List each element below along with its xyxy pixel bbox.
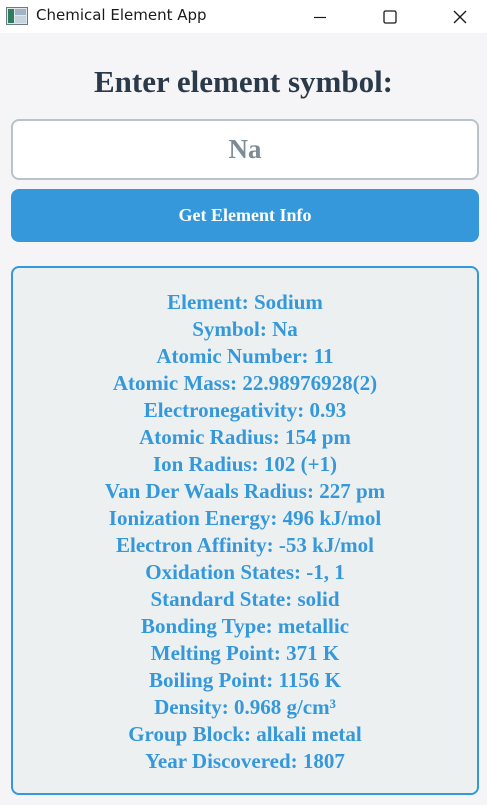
info-line-atomic-radius: Atomic Radius: 154 pm [139, 425, 351, 449]
maximize-icon [383, 9, 397, 24]
minimize-icon [314, 11, 326, 23]
info-line-atomic-number: Atomic Number: 11 [156, 344, 334, 368]
close-button[interactable] [437, 0, 483, 33]
info-line-electron-affinity: Electron Affinity: -53 kJ/mol [115, 533, 374, 557]
info-line-standard-state: Standard State: solid [150, 587, 340, 611]
get-element-info-button[interactable]: Get Element Info [11, 189, 479, 242]
info-line-symbol: Symbol: Na [192, 317, 298, 341]
info-line-electronegativity: Electronegativity: 0.93 [143, 398, 347, 422]
app-icon [6, 7, 28, 25]
info-line-group-block: Group Block: alkali metal [128, 722, 362, 746]
info-line-density: Density: 0.968 g/cm³ [154, 695, 336, 719]
title-bar: Chemical Element App [0, 0, 487, 33]
info-line-van-der-waals-radius: Van Der Waals Radius: 227 pm [104, 479, 386, 503]
window-title: Chemical Element App [36, 6, 207, 24]
maximize-button[interactable] [367, 0, 413, 33]
info-line-year-discovered: Year Discovered: 1807 [145, 749, 345, 773]
info-line-melting-point: Melting Point: 371 K [150, 641, 340, 665]
element-symbol-input[interactable] [11, 119, 479, 180]
info-line-boiling-point: Boiling Point: 1156 K [149, 668, 341, 692]
info-line-atomic-mass: Atomic Mass: 22.98976928(2) [112, 371, 378, 395]
info-line-ion-radius: Ion Radius: 102 (+1) [152, 452, 338, 476]
close-icon [453, 10, 467, 24]
element-info-panel: Element: Sodium Symbol: Na Atomic Number… [11, 266, 479, 795]
prompt-label: Enter element symbol: [93, 64, 394, 99]
info-line-bonding-type: Bonding Type: metallic [140, 614, 350, 638]
info-line-element: Element: Sodium [167, 290, 323, 314]
info-line-oxidation-states: Oxidation States: -1, 1 [145, 560, 345, 584]
info-line-ionization-energy: Ionization Energy: 496 kJ/mol [108, 506, 382, 530]
minimize-button[interactable] [297, 0, 343, 33]
